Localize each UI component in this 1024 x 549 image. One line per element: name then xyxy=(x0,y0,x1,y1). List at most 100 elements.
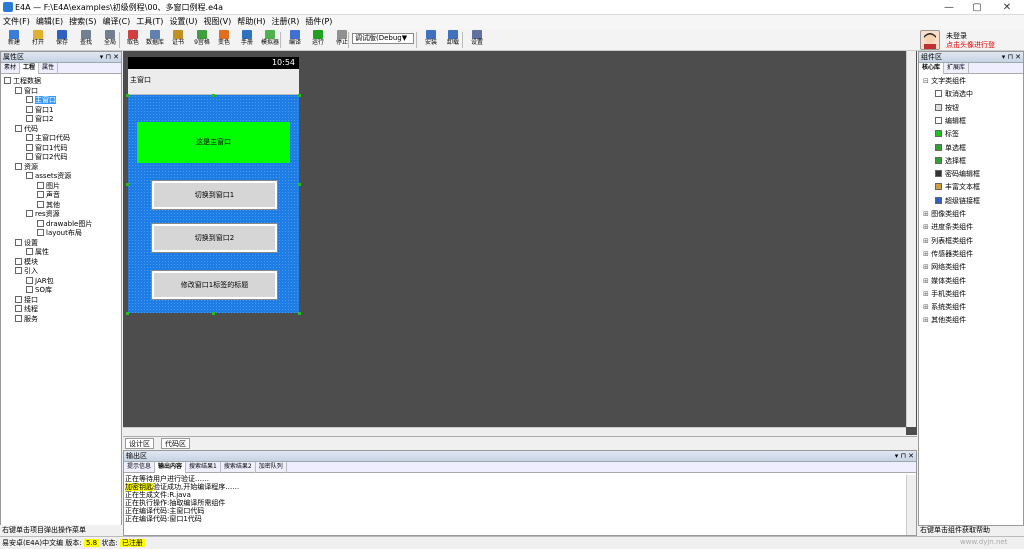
component-group[interactable]: ⊞ 进度条类组件 xyxy=(923,223,973,232)
panel-controls[interactable]: ▾ ⊓ ✕ xyxy=(100,52,119,63)
minimize-button[interactable]: — xyxy=(934,0,964,15)
toolbar-button[interactable]: 运行 xyxy=(307,30,329,50)
horizontal-scrollbar[interactable] xyxy=(123,427,906,436)
resize-handle[interactable] xyxy=(298,183,301,186)
menu-item[interactable]: 设置(U) xyxy=(166,15,200,29)
resize-handle[interactable] xyxy=(126,94,129,97)
component-item[interactable]: 超级链接框 xyxy=(935,196,980,206)
tab-output[interactable]: 搜索结果1 xyxy=(186,462,221,473)
toolbar-button[interactable]: 保存 xyxy=(51,30,73,50)
tree-item[interactable]: 图片 xyxy=(37,181,60,191)
component-group[interactable]: ⊞ 传感器类组件 xyxy=(923,250,973,259)
tree-item[interactable]: 资源 xyxy=(15,162,38,172)
component-item[interactable]: 单选框 xyxy=(935,143,966,153)
avatar[interactable] xyxy=(920,30,940,50)
modify-label-button[interactable]: 修改窗口1标签的标题 xyxy=(152,271,277,299)
output-scrollbar[interactable] xyxy=(906,475,916,535)
tree-item[interactable]: 窗口1代码 xyxy=(26,143,67,153)
tree-item[interactable]: res资源 xyxy=(26,210,60,219)
resize-handle[interactable] xyxy=(212,94,215,97)
tree-item[interactable]: 窗口 xyxy=(15,86,38,96)
output-controls[interactable]: ▾ ⊓ ✕ xyxy=(895,451,914,462)
toolbar-button[interactable]: 模拟器 xyxy=(259,30,281,50)
resize-handle[interactable] xyxy=(126,183,129,186)
build-mode-select[interactable]: 调试版(Debug▼ xyxy=(352,33,414,44)
component-item[interactable]: 丰富文本框 xyxy=(935,183,980,192)
tree-item[interactable]: 服务 xyxy=(15,314,38,324)
menu-item[interactable]: 帮助(H) xyxy=(234,15,268,29)
tree-item[interactable]: 接口 xyxy=(15,295,38,305)
tree-item[interactable]: 其他 xyxy=(37,200,60,210)
menu-item[interactable]: 注册(R) xyxy=(269,15,303,29)
resize-handle[interactable] xyxy=(298,94,301,97)
tree-item[interactable]: 主窗口代码 xyxy=(26,134,70,143)
tree-item[interactable]: 窗口1 xyxy=(26,105,53,115)
toolbar-button[interactable]: 新建 xyxy=(3,30,25,50)
tree-item[interactable]: 主窗口 xyxy=(26,96,56,105)
toolbar-button[interactable]: 卸载 xyxy=(442,30,464,50)
tab-output[interactable]: 搜索结果2 xyxy=(221,462,256,473)
toolbar-button[interactable]: 查找 xyxy=(75,30,97,50)
vertical-scrollbar[interactable] xyxy=(906,51,916,427)
menu-item[interactable]: 编辑(E) xyxy=(33,15,66,29)
tree-item[interactable]: layout布局 xyxy=(37,229,82,238)
toolbar-button[interactable]: 设置 xyxy=(466,30,488,50)
resize-handle[interactable] xyxy=(212,312,215,315)
component-item[interactable]: 标签 xyxy=(935,130,959,139)
menu-item[interactable]: 搜索(S) xyxy=(66,15,99,29)
tree-item[interactable]: 模块 xyxy=(15,257,38,267)
tree-item[interactable]: 线程 xyxy=(15,305,38,314)
tree-item[interactable]: JAR包 xyxy=(26,276,54,286)
component-group[interactable]: ⊞ 网络类组件 xyxy=(923,263,966,272)
tree-item[interactable]: 设置 xyxy=(15,238,38,248)
component-item[interactable]: 选择框 xyxy=(935,156,966,166)
tab-project[interactable]: 素材 xyxy=(1,63,21,74)
component-group[interactable]: ⊞ 系统类组件 xyxy=(923,303,966,312)
toolbar-button[interactable]: 停止 xyxy=(331,30,353,50)
tree-item[interactable]: SO库 xyxy=(26,286,52,295)
toolbar-button[interactable]: 打开 xyxy=(27,30,49,50)
main-label[interactable]: 这是主窗口 xyxy=(137,122,290,163)
tab-library[interactable]: 核心库 xyxy=(919,63,945,74)
resize-handle[interactable] xyxy=(126,312,129,315)
tab-output[interactable]: 提示信息 xyxy=(124,462,156,473)
tree-item[interactable]: 窗口2代码 xyxy=(26,153,67,162)
tab-design[interactable]: 设计区 xyxy=(125,438,154,449)
tree-item[interactable]: 代码 xyxy=(15,124,38,134)
menu-item[interactable]: 文件(F) xyxy=(0,15,33,29)
maximize-button[interactable]: ▢ xyxy=(962,0,992,15)
tree-item[interactable]: drawable图片 xyxy=(37,219,92,229)
component-item[interactable]: 密码编辑框 xyxy=(935,170,980,179)
toolbar-button[interactable]: 证书 xyxy=(167,30,189,50)
phone-body[interactable]: 这是主窗口 切换到窗口1 切换到窗口2 修改窗口1标签的标题 xyxy=(128,95,299,313)
menu-item[interactable]: 插件(P) xyxy=(302,15,335,29)
tree-item[interactable]: assets资源 xyxy=(26,172,71,181)
tab-code[interactable]: 代码区 xyxy=(161,438,190,449)
menu-item[interactable]: 工具(T) xyxy=(133,15,166,29)
close-button[interactable]: ✕ xyxy=(992,0,1022,15)
tree-item[interactable]: 属性 xyxy=(26,248,49,257)
component-group[interactable]: ⊞ 媒体类组件 xyxy=(923,277,966,286)
tab-project[interactable]: 工程 xyxy=(20,63,40,74)
tab-library[interactable]: 扩展库 xyxy=(944,63,970,74)
tree-item[interactable]: 声音 xyxy=(37,191,60,200)
component-item[interactable]: 编辑框 xyxy=(935,116,966,126)
login-hint[interactable]: 点击头像进行登 xyxy=(946,40,995,50)
component-group[interactable]: ⊞ 其他类组件 xyxy=(923,316,966,325)
component-group[interactable]: ⊞ 手机类组件 xyxy=(923,290,966,299)
component-controls[interactable]: ▾ ⊓ ✕ xyxy=(1002,52,1021,63)
switch-window2-button[interactable]: 切换到窗口2 xyxy=(152,224,277,252)
component-group[interactable]: ⊞ 图像类组件 xyxy=(923,210,966,219)
component-item[interactable]: 取消选中 xyxy=(935,90,973,99)
component-item[interactable]: 按钮 xyxy=(935,103,959,113)
component-group[interactable]: ⊟ 文字类组件 xyxy=(923,77,966,86)
tab-output[interactable]: 加密队列 xyxy=(256,462,287,473)
resize-handle[interactable] xyxy=(298,312,301,315)
tree-item[interactable]: 引入 xyxy=(15,267,38,276)
tab-project[interactable]: 属性 xyxy=(39,63,59,74)
tree-item[interactable]: 窗口2 xyxy=(26,115,53,124)
component-group[interactable]: ⊞ 列表框类组件 xyxy=(923,237,973,246)
tree-item[interactable]: 工程数据 xyxy=(4,77,41,86)
switch-window1-button[interactable]: 切换到窗口1 xyxy=(152,181,277,209)
tab-output[interactable]: 输出内容 xyxy=(155,462,187,473)
